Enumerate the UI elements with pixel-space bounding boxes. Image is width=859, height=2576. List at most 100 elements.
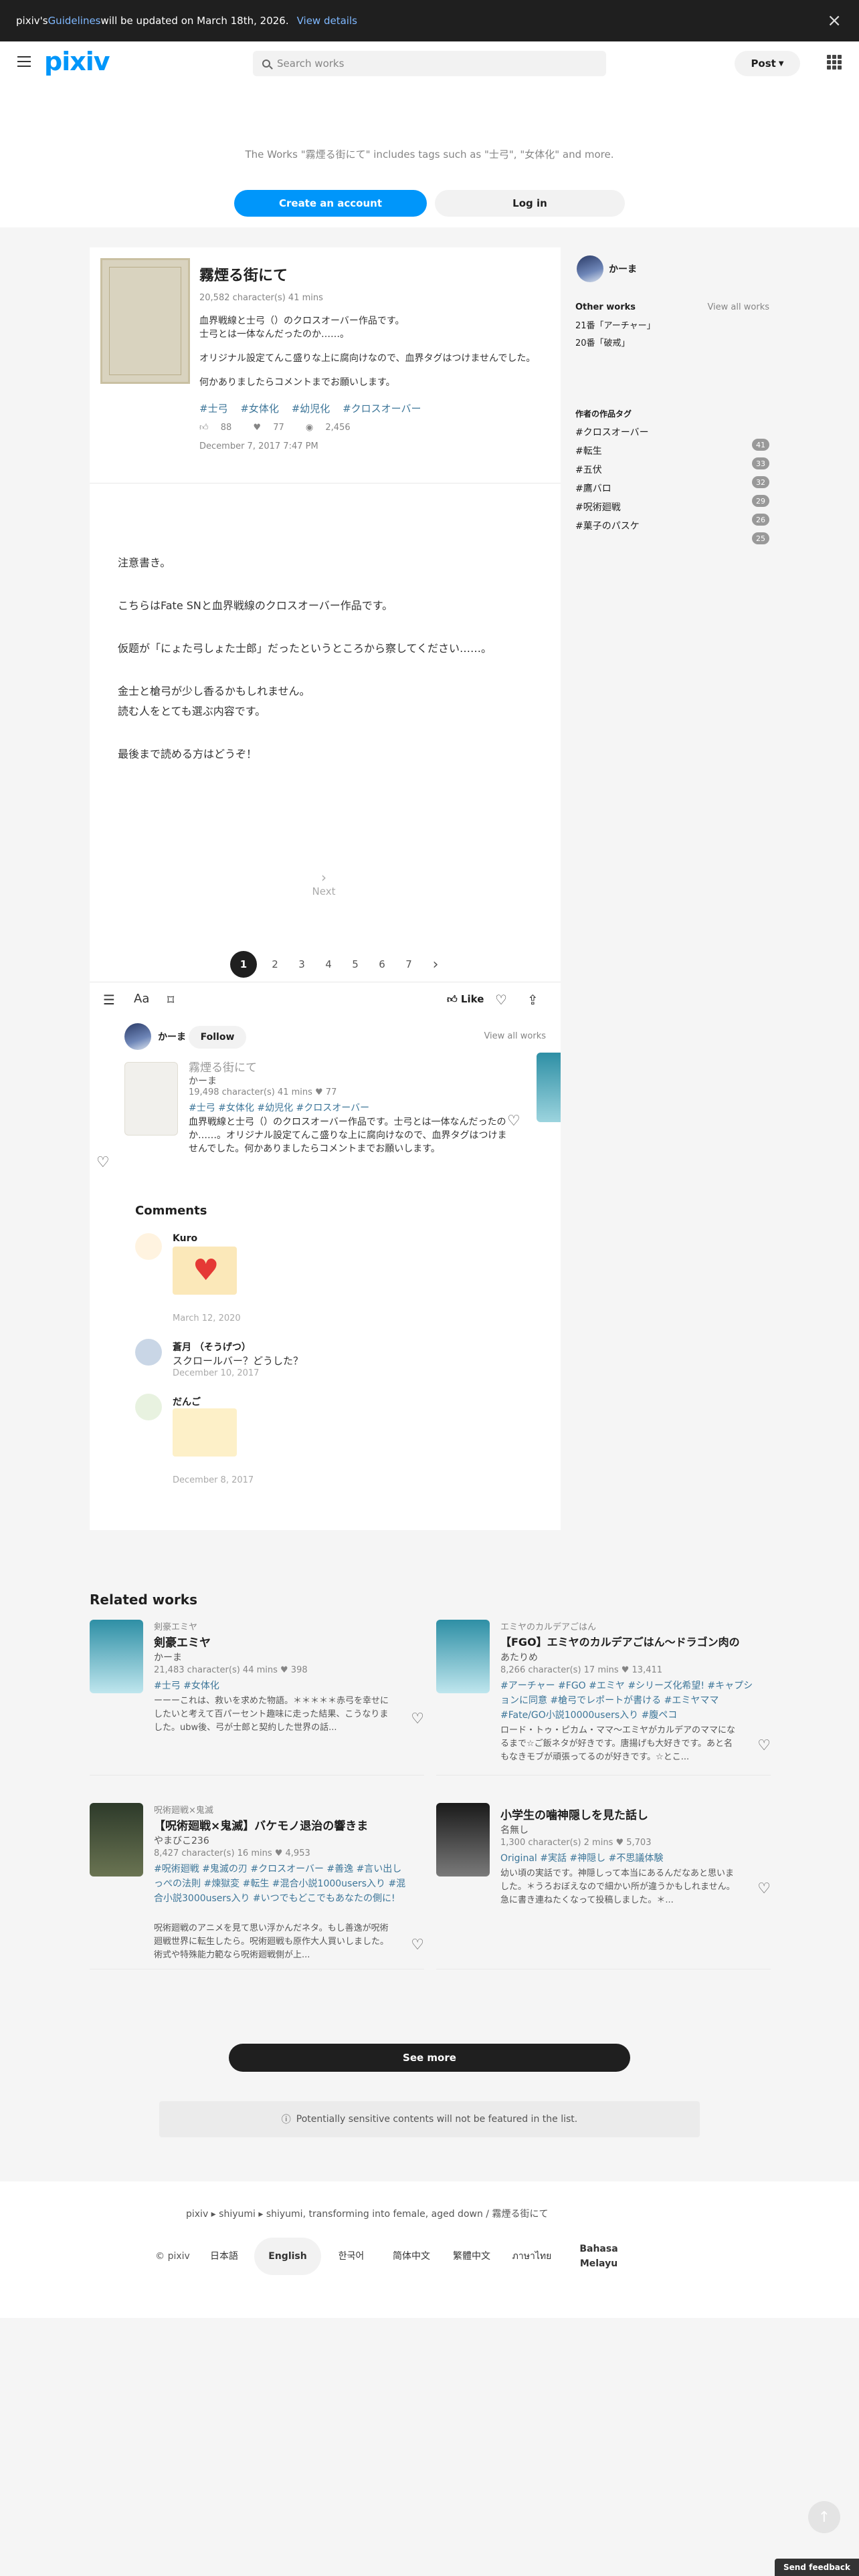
language-option[interactable]: 简体中文 [381,2249,442,2264]
related-author[interactable]: やまびこ236 [154,1834,209,1847]
mini-tags[interactable]: #士弓 #女体化 #幼児化 #クロスオーバー [189,1101,369,1114]
heart-outline-icon[interactable]: ♡ [507,1113,520,1130]
scroll-to-top-button[interactable]: ↑ [808,2501,840,2533]
mini-author[interactable]: かーま [189,1074,217,1087]
mini-title[interactable]: 霧煙る街にて [189,1058,257,1075]
related-title[interactable]: 【FGO】エミヤのカルデアごはん〜ドラゴン肉の [500,1633,781,1649]
avatar[interactable] [124,1023,151,1050]
page-button[interactable]: 2 [266,951,284,978]
related-tags[interactable]: Original #実話 #神隠し #不思議体験 [500,1851,755,1866]
author-tag-item[interactable]: #転生 33 [575,444,769,469]
carousel-next-thumbnail[interactable] [537,1053,561,1122]
view-all-works-link[interactable]: View all works [484,1031,546,1041]
tag-link[interactable]: #女体化 [240,403,279,415]
related-desc: ロード・トゥ・ピカム・ママ〜エミヤがカルデアのママになるまで☆ご飯ネタが好きです… [500,1725,736,1762]
related-title[interactable]: 【呪術廻戦×鬼滅】バケモノ退治の響きま [154,1816,368,1833]
heart-outline-icon[interactable]: ♡ [757,1737,771,1754]
heart-outline-icon[interactable]: ♡ [411,1937,424,1953]
view-all-works-link[interactable]: View all works [707,302,769,312]
work-thumbnail[interactable] [90,1803,143,1876]
tag-link[interactable]: #士弓 [199,403,228,415]
commenter-avatar[interactable] [135,1233,162,1260]
page-button[interactable]: 5 [347,951,364,978]
language-option[interactable]: Bahasa Melayu [562,2242,636,2271]
work-thumbnail[interactable] [436,1620,490,1693]
next-page-button[interactable]: › Next [297,869,351,897]
related-work-card[interactable]: エミヤのカルデアごはん 【FGO】エミヤのカルデアごはん〜ドラゴン肉の あたりめ… [436,1620,771,1774]
series-work-card[interactable]: 霧煙る街にて かーま 19,498 character(s) 41 mins ♥… [124,1057,529,1154]
guidelines-link[interactable]: Guidelines [48,15,101,27]
follow-button[interactable]: Follow [189,1026,246,1049]
page-button[interactable]: 1 [230,951,257,978]
close-icon[interactable]: × [827,11,842,31]
post-button[interactable]: Post ▼ [735,51,800,76]
related-tags[interactable]: #アーチャー #FGO #エミヤ #シリーズ化希望! #キャプションに同意 #槍… [500,1679,755,1723]
related-tags[interactable]: #士弓 #女体化 [154,1679,408,1693]
page-button[interactable]: 3 [293,951,310,978]
work-thumbnail[interactable] [90,1620,143,1693]
other-work-link[interactable]: 20番「破戒」 [575,336,769,348]
heart-outline-icon[interactable]: ♡ [495,992,507,1008]
work-thumbnail[interactable] [436,1803,490,1876]
author-tag-item[interactable]: #菓子のパスケ 25 [575,519,769,544]
series-name[interactable]: エミヤのカルデアごはん [500,1620,596,1632]
related-desc: 呪術廻戦のアニメを見て思い浮かんだネタ。もし善逸が呪術廻戦世界に転生したら。呪術… [154,1923,389,1960]
commenter-name[interactable]: だんご [173,1395,201,1408]
related-author[interactable]: 名無し [500,1823,529,1836]
breadcrumb[interactable]: pixiv ▸ shiyumi ▸ shiyumi, transforming … [186,2207,548,2220]
author-tag-item[interactable]: #五伏 32 [575,463,769,488]
tag-link[interactable]: #幼児化 [292,403,330,415]
page-button[interactable]: 7 [400,951,417,978]
language-option[interactable]: 日本語 [194,2249,254,2264]
language-option-selected[interactable]: English [254,2238,321,2275]
heart-outline-icon[interactable]: ♡ [96,1154,110,1171]
commenter-name[interactable]: 蒼月 （そうげつ） [173,1340,251,1354]
list-icon[interactable]: ☰ [103,992,115,1008]
related-title[interactable]: 小学生の噛神隠しを見た話し [500,1806,648,1822]
search-input[interactable]: Search works [253,51,606,76]
commenter-avatar[interactable] [135,1394,162,1420]
reader-toolbar: ☰ Aa ⌑ 👍︎ Like ♡ ⇪ [90,982,561,1016]
author-name[interactable]: かーま [158,1030,186,1043]
page-button[interactable]: 6 [373,951,391,978]
chevron-right-icon[interactable]: › [427,951,444,978]
menu-icon[interactable] [17,56,31,67]
share-icon[interactable]: ⇪ [527,992,539,1008]
apps-grid-icon[interactable] [827,55,842,70]
pixiv-logo[interactable]: pixiv [44,47,110,76]
commenter-name[interactable]: Kuro [173,1233,197,1244]
other-work-link[interactable]: 21番「アーチャー」 [575,318,769,331]
work-thumbnail[interactable] [124,1062,178,1136]
heart-outline-icon[interactable]: ♡ [411,1711,424,1727]
language-option[interactable]: ภาษาไทย [502,2249,562,2264]
related-tags[interactable]: #呪術廻戦 #鬼滅の刃 #クロスオーバー #善逸 #言い出しっぺの法則 #煉獄変… [154,1862,408,1906]
related-work-card[interactable]: 小学生の噛神隠しを見た話し 名無し 1,300 character(s) 2 m… [436,1803,771,1957]
related-author[interactable]: あたりめ [500,1650,538,1664]
series-name[interactable]: 剣豪エミヤ [154,1620,197,1632]
bookmark-icon[interactable]: ⌑ [167,992,174,1008]
related-author[interactable]: かーま [154,1650,182,1664]
send-feedback-button[interactable]: Send feedback [775,2559,859,2576]
related-work-card[interactable]: 呪術廻戦×鬼滅 【呪術廻戦×鬼滅】バケモノ退治の響きま やまびこ236 8,42… [90,1803,424,1963]
series-name[interactable]: 呪術廻戦×鬼滅 [154,1803,213,1816]
like-button[interactable]: 👍︎ Like [447,993,484,1006]
tag-link[interactable]: #クロスオーバー [343,403,421,415]
commenter-avatar[interactable] [135,1339,162,1366]
author-tag-item[interactable]: #クロスオーバー 41 [575,425,769,451]
create-account-button[interactable]: Create an account [234,190,427,217]
author-tag-item[interactable]: #呪術廻戦 26 [575,500,769,526]
related-work-card[interactable]: 剣豪エミヤ 剣豪エミヤ かーま 21,483 character(s) 44 m… [90,1620,424,1774]
font-size-icon[interactable]: Aa [134,992,149,1006]
author-tag-item[interactable]: #鷹バロ 29 [575,481,769,507]
author-name[interactable]: かーま [609,262,637,276]
login-button[interactable]: Log in [435,190,625,217]
language-option[interactable]: 繁體中文 [442,2249,502,2264]
view-details-link[interactable]: View details [297,15,357,27]
avatar[interactable] [577,255,603,282]
language-option[interactable]: 한국어 [321,2249,381,2264]
work-cover[interactable] [100,258,190,384]
see-more-button[interactable]: See more [229,2044,630,2072]
heart-outline-icon[interactable]: ♡ [757,1881,771,1897]
page-button[interactable]: 4 [320,951,337,978]
related-title[interactable]: 剣豪エミヤ [154,1633,211,1650]
